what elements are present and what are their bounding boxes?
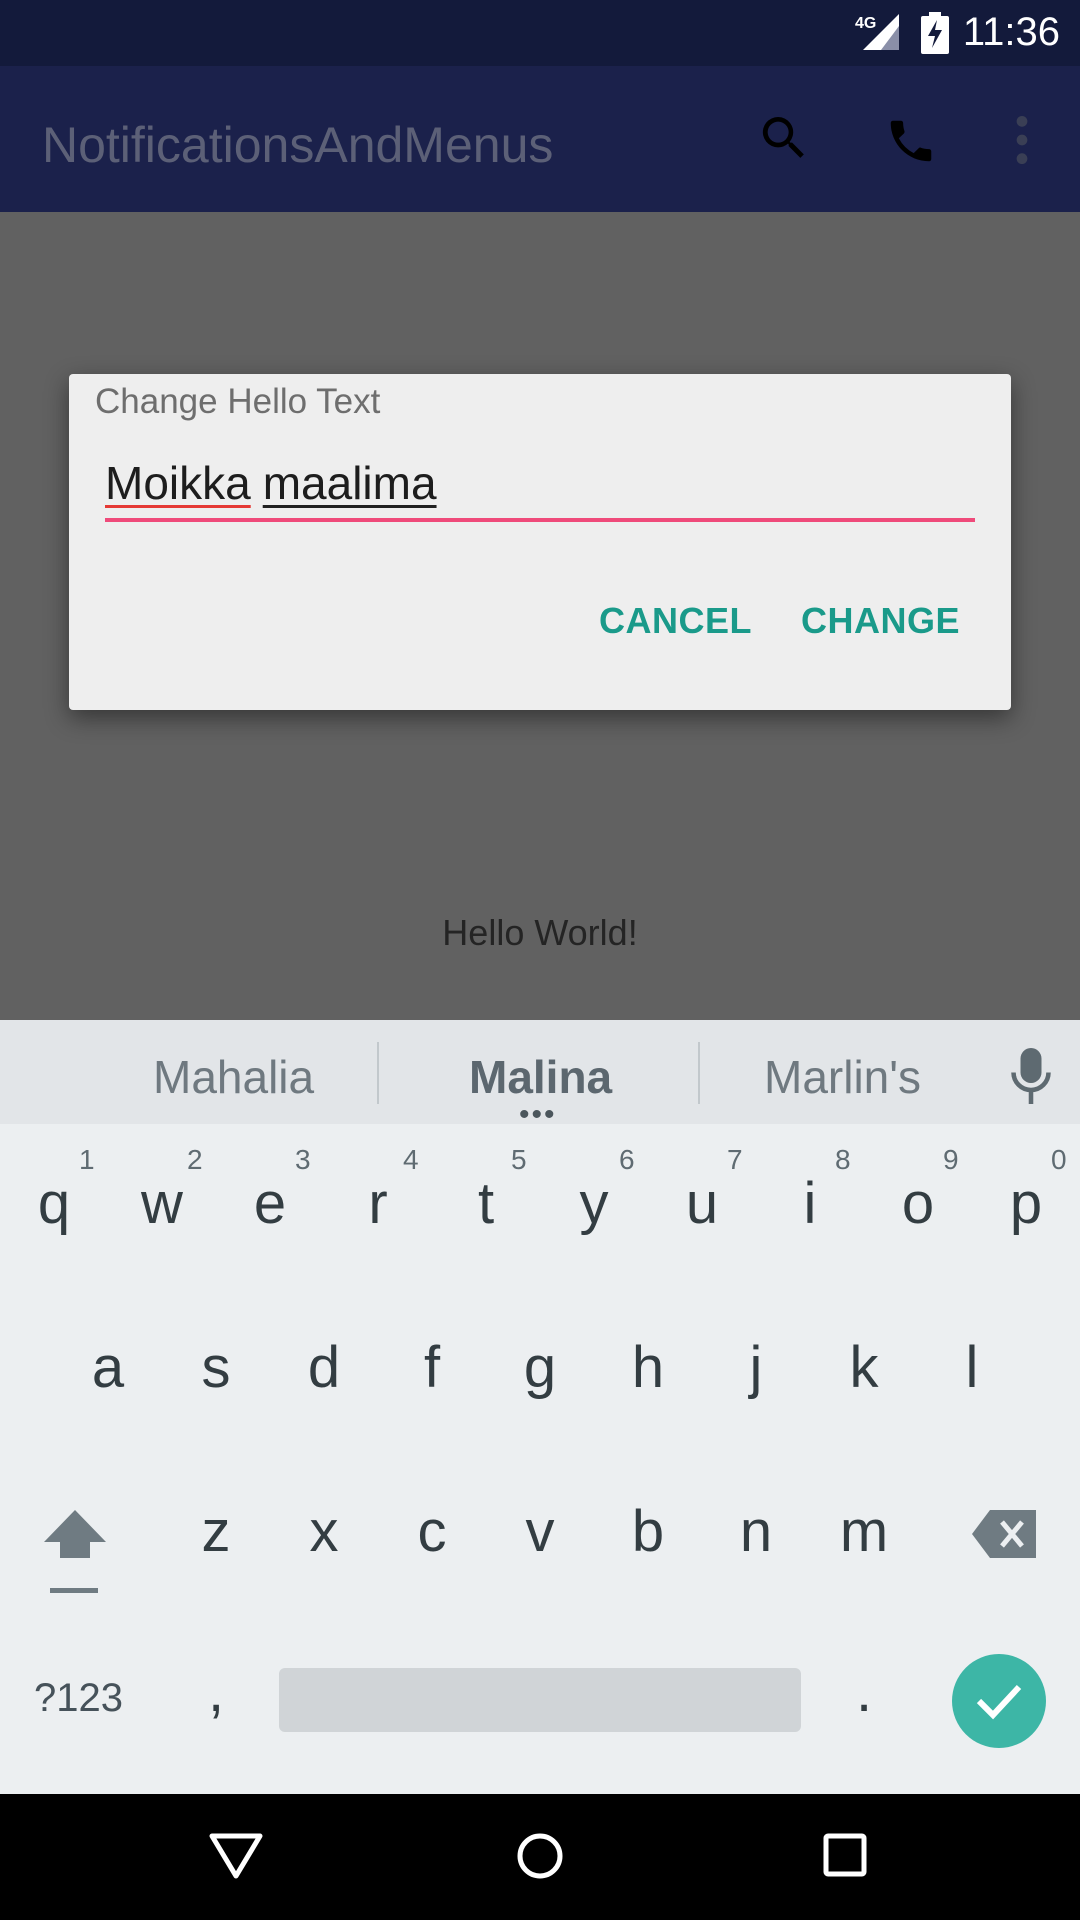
key-w[interactable]: w bbox=[112, 1170, 212, 1237]
key-hint-1: 1 bbox=[79, 1144, 95, 1175]
key-k[interactable]: k bbox=[814, 1334, 914, 1401]
backspace-icon[interactable] bbox=[972, 1510, 1036, 1558]
cancel-button[interactable]: CANCEL bbox=[599, 600, 752, 642]
more-vert-icon[interactable] bbox=[1008, 112, 1036, 168]
change-text-dialog: Change Hello Text Moikka maalima CANCEL C… bbox=[69, 374, 1011, 710]
soft-keyboard: Mahalia Malina ••• Marlin's q w e r t y … bbox=[0, 1020, 1080, 1794]
symbols-key[interactable]: ?123 bbox=[34, 1676, 123, 1721]
key-e[interactable]: e bbox=[220, 1170, 320, 1237]
key-c[interactable]: c bbox=[382, 1498, 482, 1565]
clock: 11:36 bbox=[962, 10, 1060, 54]
input-underline bbox=[105, 518, 975, 522]
suggestion-strip: Mahalia Malina ••• Marlin's bbox=[0, 1020, 1080, 1131]
battery-charging-icon bbox=[921, 12, 949, 54]
key-hint-8: 8 bbox=[835, 1144, 851, 1175]
key-h[interactable]: h bbox=[598, 1334, 698, 1401]
key-z[interactable]: z bbox=[166, 1498, 266, 1565]
key-hint-9: 9 bbox=[943, 1144, 959, 1175]
more-suggestions-dots: ••• bbox=[519, 1098, 557, 1131]
hello-text-input[interactable]: Moikka maalima bbox=[105, 456, 437, 510]
suggestion-3[interactable]: Marlin's bbox=[764, 1050, 921, 1104]
4g-signal-icon: 4G bbox=[855, 14, 899, 50]
key-hint-3: 3 bbox=[295, 1144, 311, 1175]
key-q[interactable]: q bbox=[4, 1170, 104, 1237]
mic-icon[interactable] bbox=[1010, 1048, 1052, 1104]
key-i[interactable]: i bbox=[760, 1170, 860, 1237]
key-period[interactable]: . bbox=[814, 1658, 914, 1725]
key-x[interactable]: x bbox=[274, 1498, 374, 1565]
key-r[interactable]: r bbox=[328, 1170, 428, 1237]
dialog-title: Change Hello Text bbox=[95, 382, 381, 421]
key-g[interactable]: g bbox=[490, 1334, 590, 1401]
key-y[interactable]: y bbox=[544, 1170, 644, 1237]
key-b[interactable]: b bbox=[598, 1498, 698, 1565]
done-key[interactable] bbox=[952, 1654, 1046, 1748]
checkmark-icon bbox=[976, 1684, 1022, 1720]
key-t[interactable]: t bbox=[436, 1170, 536, 1237]
suggestion-2[interactable]: Malina bbox=[469, 1050, 612, 1104]
phone-icon[interactable] bbox=[884, 114, 938, 168]
space-bar[interactable] bbox=[279, 1668, 801, 1732]
key-hint-4: 4 bbox=[403, 1144, 419, 1175]
key-l[interactable]: l bbox=[922, 1334, 1022, 1401]
key-p[interactable]: p bbox=[976, 1170, 1076, 1237]
key-hint-7: 7 bbox=[727, 1144, 743, 1175]
input-word-misspelled: Moikka bbox=[105, 457, 251, 509]
key-n[interactable]: n bbox=[706, 1498, 806, 1565]
key-s[interactable]: s bbox=[166, 1334, 266, 1401]
input-word-composing: maalima bbox=[262, 457, 437, 509]
shift-icon[interactable] bbox=[42, 1508, 108, 1594]
key-o[interactable]: o bbox=[868, 1170, 968, 1237]
suggestion-divider bbox=[377, 1042, 379, 1104]
suggestion-divider bbox=[698, 1042, 700, 1104]
hello-text: Hello World! bbox=[442, 912, 638, 953]
key-hint-2: 2 bbox=[187, 1144, 203, 1175]
recents-icon[interactable] bbox=[822, 1832, 868, 1878]
svg-text:4G: 4G bbox=[855, 15, 876, 32]
key-m[interactable]: m bbox=[814, 1498, 914, 1565]
key-u[interactable]: u bbox=[652, 1170, 752, 1237]
key-a[interactable]: a bbox=[58, 1334, 158, 1401]
key-comma[interactable]: , bbox=[166, 1658, 266, 1725]
status-bar: 4G 11:36 bbox=[0, 0, 1080, 66]
key-d[interactable]: d bbox=[274, 1334, 374, 1401]
app-bar: NotificationsAndMenus bbox=[0, 66, 1080, 212]
key-hint-6: 6 bbox=[619, 1144, 635, 1175]
app-title: NotificationsAndMenus bbox=[42, 117, 554, 173]
search-icon[interactable] bbox=[756, 110, 812, 166]
key-j[interactable]: j bbox=[706, 1334, 806, 1401]
suggestion-1[interactable]: Mahalia bbox=[153, 1050, 314, 1104]
key-hint-5: 5 bbox=[511, 1144, 527, 1175]
back-icon[interactable] bbox=[208, 1832, 264, 1880]
change-button[interactable]: CHANGE bbox=[801, 600, 960, 642]
key-hint-0: 0 bbox=[1051, 1144, 1067, 1175]
home-icon[interactable] bbox=[514, 1832, 566, 1884]
navigation-bar bbox=[0, 1794, 1080, 1920]
key-f[interactable]: f bbox=[382, 1334, 482, 1401]
key-v[interactable]: v bbox=[490, 1498, 590, 1565]
